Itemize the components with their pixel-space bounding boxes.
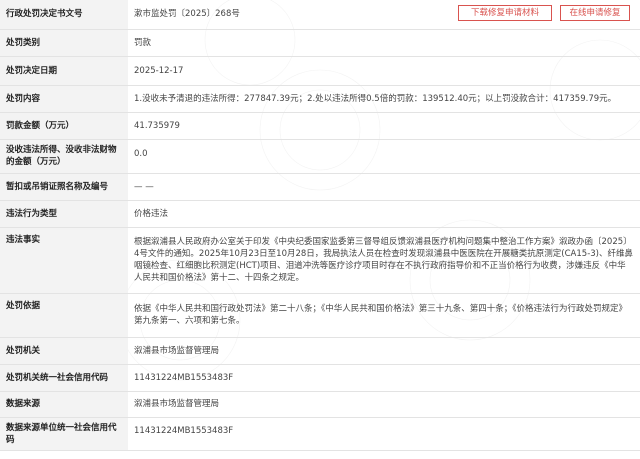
value-source-credit-code: 11431224MB1553483F: [128, 417, 640, 451]
value-penalty-authority: 溆浦县市场监督管理局: [128, 337, 640, 365]
row-license-revocation: 暂扣或吊销证照名称及编号 — —: [0, 173, 640, 201]
row-data-source: 数据来源 溆浦县市场监督管理局: [0, 391, 640, 418]
row-violation-type: 违法行为类型 价格违法: [0, 200, 640, 228]
label-document-number: 行政处罚决定书文号: [0, 0, 128, 30]
value-penalty-content: 1.没收未予清退的违法所得：277847.39元；2.处以违法所得0.5倍的罚款…: [128, 85, 640, 113]
label-violation-type: 违法行为类型: [0, 200, 128, 228]
value-violation-facts: 根据溆浦县人民政府办公室关于印发《中央纪委国家监委第三督导组反馈溆浦县医疗机构问…: [128, 227, 640, 294]
value-data-source: 溆浦县市场监督管理局: [128, 391, 640, 418]
value-authority-credit-code: 11431224MB1553483F: [128, 364, 640, 392]
value-penalty-type: 罚款: [128, 29, 640, 57]
row-document-number: 行政处罚决定书文号 漱市监处罚〔2025〕268号 下载修复申请材料 在线申请修…: [0, 0, 640, 30]
label-penalty-authority: 处罚机关: [0, 337, 128, 365]
label-data-source: 数据来源: [0, 391, 128, 418]
label-penalty-type: 处罚类别: [0, 29, 128, 57]
label-authority-credit-code: 处罚机关统一社会信用代码: [0, 364, 128, 392]
row-penalty-authority: 处罚机关 溆浦县市场监督管理局: [0, 337, 640, 365]
value-penalty-basis: 依据《中华人民共和国行政处罚法》第二十八条；《中华人民共和国价格法》第三十九条、…: [128, 293, 640, 338]
value-violation-type: 价格违法: [128, 200, 640, 228]
value-confiscation-amount: 0.0: [128, 139, 640, 174]
penalty-record-table: 行政处罚决定书文号 漱市监处罚〔2025〕268号 下载修复申请材料 在线申请修…: [0, 0, 640, 451]
label-violation-facts: 违法事实: [0, 227, 128, 294]
label-fine-amount: 罚款金额（万元）: [0, 112, 128, 140]
label-decision-date: 处罚决定日期: [0, 56, 128, 86]
row-confiscation-amount: 没收违法所得、没收非法财物的金额（万元） 0.0: [0, 139, 640, 174]
online-repair-apply-button[interactable]: 在线申请修复: [560, 5, 630, 21]
row-decision-date: 处罚决定日期 2025-12-17: [0, 56, 640, 86]
label-penalty-basis: 处罚依据: [0, 293, 128, 338]
value-decision-date: 2025-12-17: [128, 56, 640, 86]
label-confiscation-amount: 没收违法所得、没收非法财物的金额（万元）: [0, 139, 128, 174]
value-document-number: 漱市监处罚〔2025〕268号: [134, 9, 240, 20]
row-fine-amount: 罚款金额（万元） 41.735979: [0, 112, 640, 140]
row-penalty-basis: 处罚依据 依据《中华人民共和国行政处罚法》第二十八条；《中华人民共和国价格法》第…: [0, 293, 640, 338]
label-source-credit-code: 数据来源单位统一社会信用代码: [0, 417, 128, 451]
row-penalty-type: 处罚类别 罚款: [0, 29, 640, 57]
value-fine-amount: 41.735979: [128, 112, 640, 140]
value-license-revocation: — —: [128, 173, 640, 201]
download-repair-materials-button[interactable]: 下载修复申请材料: [458, 5, 552, 21]
label-license-revocation: 暂扣或吊销证照名称及编号: [0, 173, 128, 201]
row-source-credit-code: 数据来源单位统一社会信用代码 11431224MB1553483F: [0, 417, 640, 451]
row-violation-facts: 违法事实 根据溆浦县人民政府办公室关于印发《中央纪委国家监委第三督导组反馈溆浦县…: [0, 227, 640, 294]
row-penalty-content: 处罚内容 1.没收未予清退的违法所得：277847.39元；2.处以违法所得0.…: [0, 85, 640, 113]
row-authority-credit-code: 处罚机关统一社会信用代码 11431224MB1553483F: [0, 364, 640, 392]
label-penalty-content: 处罚内容: [0, 85, 128, 113]
